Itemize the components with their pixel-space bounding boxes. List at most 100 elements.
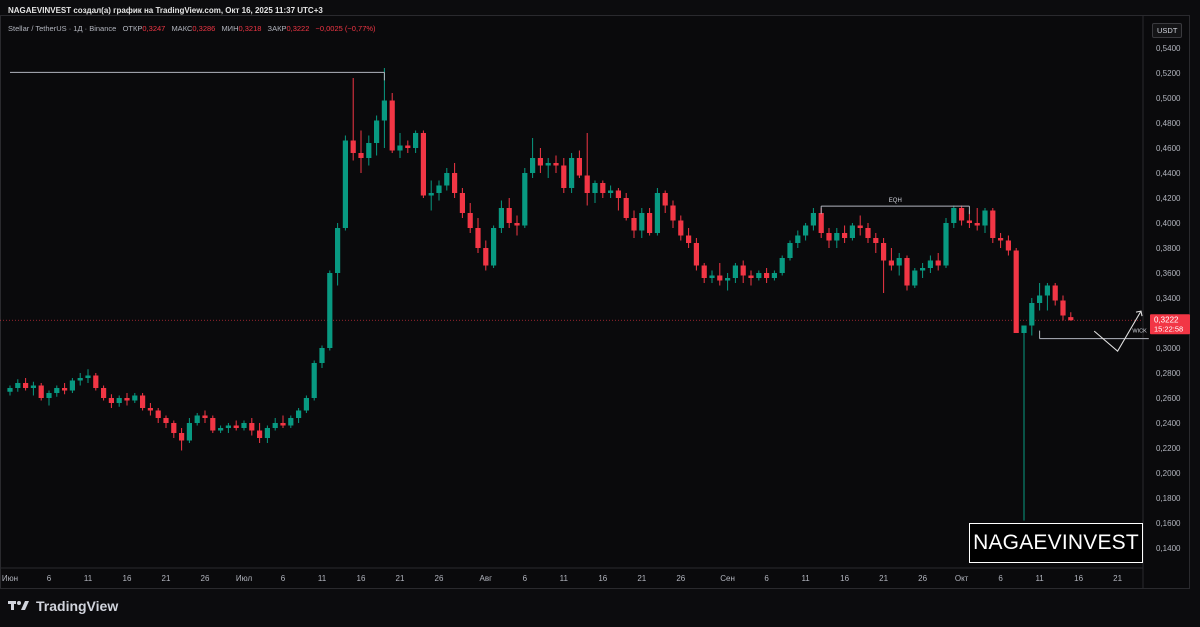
candle-body <box>54 388 60 393</box>
candle-body <box>311 363 317 398</box>
x-tick-label: 16 <box>123 574 132 583</box>
x-tick-label: 21 <box>162 574 171 583</box>
candle-body <box>608 190 614 193</box>
y-tick-label: 0,2000 <box>1156 469 1181 478</box>
candle-body <box>413 133 419 148</box>
x-tick-label: 16 <box>357 574 366 583</box>
tradingview-brand: TradingView <box>8 598 118 614</box>
candle-body <box>116 398 122 403</box>
candle-body <box>1029 303 1035 326</box>
candle-body <box>498 208 504 228</box>
x-tick-label: 11 <box>560 574 569 583</box>
x-tick-label: Июн <box>2 574 18 583</box>
annotation-wick-label: WICK <box>1132 329 1147 335</box>
y-tick-label: 0,4600 <box>1156 144 1181 153</box>
candle-body <box>959 208 965 221</box>
candle-body <box>319 348 325 363</box>
symbol-label[interactable]: Stellar / TetherUS · 1Д · Binance <box>8 24 116 33</box>
candle-body <box>428 193 434 196</box>
y-tick-label: 0,3400 <box>1156 294 1181 303</box>
currency-button[interactable]: USDT <box>1152 23 1183 38</box>
candle-body <box>374 120 380 143</box>
candle-body <box>943 223 949 266</box>
candle-body <box>834 233 840 241</box>
candle-body <box>725 278 731 281</box>
candle-body <box>436 185 442 193</box>
candle-body <box>194 415 200 423</box>
candle-body <box>670 205 676 221</box>
candle-body <box>491 228 497 266</box>
candle-body <box>818 213 824 233</box>
x-tick-label: 16 <box>840 574 849 583</box>
y-tick-label: 0,2600 <box>1156 394 1181 403</box>
candle-body <box>1044 285 1050 296</box>
x-tick-label: 26 <box>918 574 927 583</box>
x-tick-label: 6 <box>47 574 52 583</box>
author-watermark: NAGAEVINVEST <box>969 523 1143 563</box>
candle-body <box>982 210 988 226</box>
candle-body <box>124 398 130 401</box>
candle-body <box>218 428 224 431</box>
candle-body <box>225 425 231 428</box>
y-tick-label: 0,5000 <box>1156 94 1181 103</box>
candle-body <box>155 410 161 418</box>
x-tick-label: Авг <box>480 574 493 583</box>
candle-body <box>803 225 809 236</box>
candle-body <box>233 425 239 428</box>
candle-body <box>615 190 621 198</box>
candle-body <box>93 375 99 388</box>
candle-body <box>865 228 871 238</box>
candle-body <box>693 243 699 266</box>
x-tick-label: Окт <box>955 574 969 583</box>
x-tick-label: 16 <box>598 574 607 583</box>
y-tick-label: 0,4800 <box>1156 119 1181 128</box>
candle-body <box>69 380 75 391</box>
y-tick-label: 0,2200 <box>1156 444 1181 453</box>
candle-body <box>748 275 754 278</box>
candle-body <box>888 260 894 266</box>
candle-body <box>210 418 216 431</box>
candle-body <box>46 393 52 398</box>
x-tick-label: 11 <box>801 574 810 583</box>
price-tag-value: 0,3222 <box>1154 315 1179 324</box>
candle-body <box>592 183 598 193</box>
candle-body <box>62 388 68 391</box>
candle-body <box>1013 250 1019 333</box>
candle-body <box>23 383 29 388</box>
candle-body <box>639 213 645 231</box>
candle-body <box>576 158 582 176</box>
y-tick-label: 0,4400 <box>1156 169 1181 178</box>
change-value: −0,0025 (−0,77%) <box>315 24 376 33</box>
y-tick-label: 0,3000 <box>1156 344 1181 353</box>
candle-body <box>1037 295 1043 303</box>
candle-body <box>717 275 723 281</box>
candle-body <box>171 423 177 433</box>
candle-body <box>303 398 309 411</box>
x-tick-label: Сен <box>720 574 735 583</box>
candle-body <box>264 428 270 438</box>
close-label: ЗАКР <box>267 24 287 33</box>
candle-body <box>288 418 294 426</box>
x-tick-label: 21 <box>879 574 888 583</box>
candle-body <box>296 410 302 418</box>
candle-body <box>186 423 192 441</box>
candle-body <box>1060 300 1066 316</box>
candle-body <box>272 423 278 428</box>
candle-body <box>764 273 770 278</box>
candle-body <box>358 153 364 158</box>
candle-body <box>202 415 208 418</box>
annotation-eqh-label: EQH <box>889 198 902 204</box>
candle-body <box>647 213 653 233</box>
candle-body <box>467 213 473 228</box>
candle-body <box>545 163 551 166</box>
candle-body <box>241 423 247 428</box>
candle-body <box>108 398 114 403</box>
candle-body <box>920 268 926 271</box>
candle-body <box>179 433 185 441</box>
candle-body <box>132 395 138 401</box>
price-tag-countdown: 15:22:58 <box>1154 324 1183 333</box>
candle-body <box>249 423 255 431</box>
candle-body <box>522 173 528 226</box>
candle-body <box>483 248 489 266</box>
candle-body <box>280 423 286 426</box>
